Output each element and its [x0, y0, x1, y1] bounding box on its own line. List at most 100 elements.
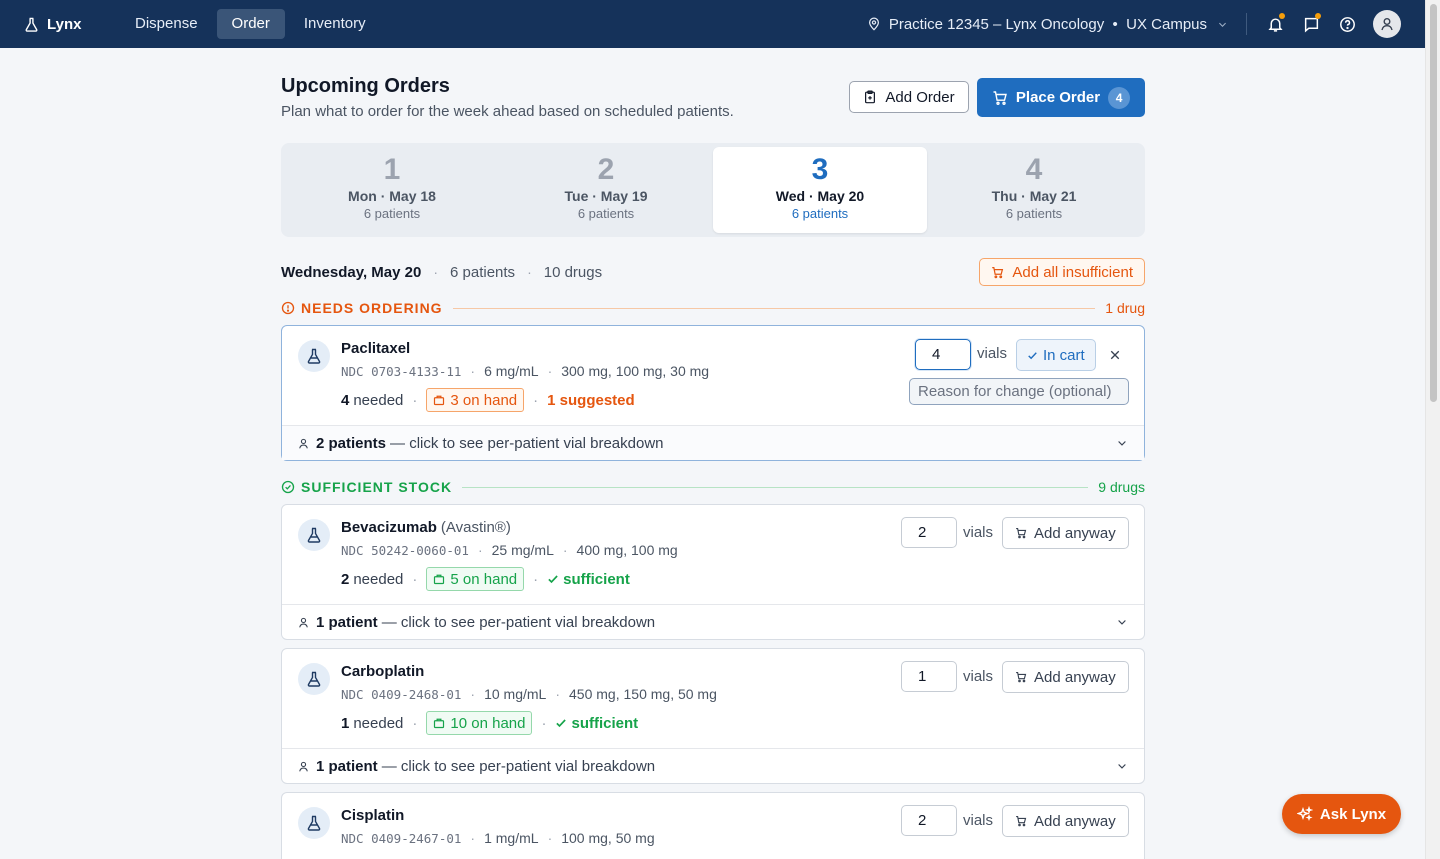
separator-dot: ·	[527, 264, 532, 280]
reason-input[interactable]: Reason for change (optional)	[909, 378, 1129, 405]
drug-status-row: 1 needed · 10 on hand · sufficient	[341, 711, 638, 735]
quantity-input[interactable]: 2	[901, 517, 957, 548]
add-order-button[interactable]: Add Order	[849, 81, 969, 113]
day-patients: 6 patients	[363, 206, 421, 221]
check-icon	[548, 575, 558, 584]
practice-selector[interactable]: Practice 12345 – Lynx Oncology • UX Camp…	[867, 16, 1228, 33]
vials-label: vials	[963, 668, 994, 685]
drug-sizes: 100 mg, 50 mg	[561, 830, 655, 846]
day-date: Mon · May 18	[348, 188, 436, 204]
tab-dispense[interactable]: Dispense	[120, 9, 213, 39]
add-anyway-button[interactable]: Add anyway	[1002, 517, 1129, 549]
flask-icon	[298, 663, 330, 695]
remove-button[interactable]	[1105, 345, 1125, 365]
separator-dot: ·	[533, 570, 539, 588]
drug-card-bevacizumab: Bevacizumab (Avastin®) NDC 50242-0060-01 …	[281, 504, 1145, 640]
add-anyway-label: Add anyway	[1034, 524, 1116, 542]
divider	[1246, 13, 1247, 35]
section-count: 1 drug	[1105, 300, 1145, 316]
in-cart-label: In cart	[1043, 346, 1085, 364]
drug-sizes: 300 mg, 100 mg, 30 mg	[561, 363, 710, 379]
messages-button[interactable]	[1301, 13, 1321, 34]
section-rule	[462, 486, 1089, 488]
sufficient-status: sufficient	[547, 571, 630, 588]
drug-meta: NDC 0409-2468-01 · 10 mg/mL · 450 mg, 15…	[341, 686, 717, 702]
drug-concentration: 25 mg/mL	[491, 542, 554, 558]
day-date: Thu · May 21	[991, 188, 1077, 204]
tab-inventory[interactable]: Inventory	[289, 9, 381, 39]
needed-count: 2	[341, 570, 350, 588]
drug-concentration: 10 mg/mL	[484, 686, 547, 702]
drug-card-body: Carboplatin NDC 0409-2468-01 · 10 mg/mL …	[282, 649, 1144, 748]
day-tab-4[interactable]: 4 Thu · May 21 6 patients	[927, 147, 1141, 233]
user-icon	[1381, 18, 1393, 31]
day-patients: 6 patients	[577, 206, 635, 221]
practice-name: Practice 12345 – Lynx Oncology • UX Camp…	[888, 15, 1207, 33]
day-number: 1	[383, 153, 401, 186]
page-title: Upcoming Orders	[281, 75, 450, 97]
needs-ordering-header: NEEDS ORDERING 1 drug	[281, 298, 1145, 318]
drug-concentration: 6 mg/mL	[484, 363, 539, 379]
in-cart-button[interactable]: In cart	[1016, 339, 1096, 371]
chevron-down-icon	[1118, 620, 1126, 625]
flask-icon	[298, 807, 330, 839]
drug-name-text: Paclitaxel	[341, 340, 411, 357]
place-order-label: Place Order	[1015, 89, 1101, 106]
tab-order[interactable]: Order	[216, 9, 285, 39]
cart-count-badge: 4	[1108, 86, 1131, 109]
add-anyway-button[interactable]: Add anyway	[1002, 805, 1129, 837]
quantity-input[interactable]: 1	[901, 661, 957, 692]
section-count: 9 drugs	[1098, 479, 1145, 495]
page-scrollbar[interactable]	[1425, 0, 1440, 859]
drug-card-cisplatin: Cisplatin NDC 0409-2467-01 · 1 mg/mL · 1…	[281, 792, 1145, 859]
separator-dot: ·	[470, 830, 476, 846]
brand[interactable]: Lynx	[24, 16, 112, 33]
vials-label: vials	[963, 524, 994, 541]
quantity-input[interactable]: 4	[915, 339, 971, 370]
drug-card-body: Cisplatin NDC 0409-2467-01 · 1 mg/mL · 1…	[282, 793, 1144, 859]
day-tab-3[interactable]: 3 Wed · May 20 6 patients	[713, 147, 927, 233]
chevron-down-icon	[1118, 441, 1126, 446]
clipboard-icon	[865, 90, 876, 104]
summary-drugs: 10 drugs	[543, 263, 603, 281]
day-date: Wed · May 20	[775, 188, 865, 204]
quantity-input[interactable]: 2	[901, 805, 957, 836]
breakdown-hint: — click to see per-patient vial breakdow…	[381, 757, 656, 775]
alert-circle-icon	[281, 301, 295, 315]
drug-meta: NDC 50242-0060-01 · 25 mg/mL · 400 mg, 1…	[341, 542, 678, 558]
patient-breakdown-toggle[interactable]: 1 patient — click to see per-patient via…	[282, 604, 1144, 639]
day-tab-1[interactable]: 1 Mon · May 18 6 patients	[285, 147, 499, 233]
help-button[interactable]	[1337, 14, 1357, 34]
separator-dot: ·	[412, 714, 418, 732]
patient-breakdown-toggle[interactable]: 1 patient — click to see per-patient via…	[282, 748, 1144, 783]
avatar[interactable]	[1373, 10, 1401, 38]
add-anyway-button[interactable]: Add anyway	[1002, 661, 1129, 693]
day-patients: 6 patients	[1005, 206, 1063, 221]
patient-count: 1 patient	[316, 757, 378, 775]
package-icon	[434, 574, 445, 585]
needed-count: 4	[341, 391, 350, 409]
needed-label: needed	[353, 570, 404, 588]
drug-name-text: Bevacizumab	[341, 519, 437, 536]
page-header: Upcoming Orders Plan what to order for t…	[281, 48, 1145, 140]
help-icon	[1339, 16, 1355, 32]
on-hand-badge: 3 on hand	[426, 388, 525, 412]
top-right-controls: Practice 12345 – Lynx Oncology • UX Camp…	[867, 0, 1401, 48]
day-tab-2[interactable]: 2 Tue · May 19 6 patients	[499, 147, 713, 233]
add-all-insufficient-button[interactable]: Add all insufficient	[979, 258, 1145, 286]
drug-name-text: Carboplatin	[341, 663, 425, 680]
sparkle-icon	[1296, 806, 1313, 822]
scrollbar-thumb[interactable]	[1430, 4, 1437, 402]
on-hand-badge: 5 on hand	[426, 567, 525, 591]
patient-breakdown-toggle[interactable]: 2 patients — click to see per-patient vi…	[282, 425, 1144, 460]
place-order-button[interactable]: Place Order 4	[977, 78, 1145, 117]
status-text: sufficient	[571, 714, 639, 732]
summary-date: Wednesday, May 20	[281, 263, 422, 281]
separator-dot: ·	[547, 830, 553, 846]
section-title: NEEDS ORDERING	[301, 300, 443, 316]
check-icon	[556, 719, 567, 728]
ask-lynx-button[interactable]: Ask Lynx	[1282, 794, 1401, 834]
drug-ndc: NDC 0409-2468-01	[341, 686, 462, 702]
notifications-button[interactable]	[1265, 13, 1285, 34]
drug-card-paclitaxel: Paclitaxel NDC 0703-4133-11 · 6 mg/mL · …	[281, 325, 1145, 461]
